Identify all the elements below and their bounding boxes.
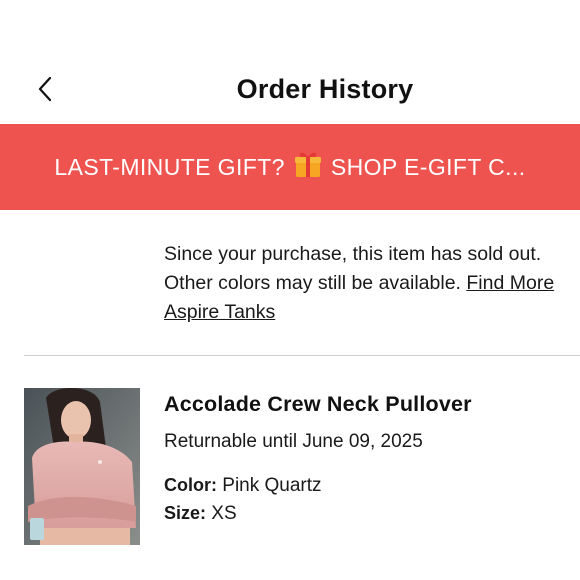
color-value: Pink Quartz <box>222 475 322 496</box>
product-name[interactable]: Accolade Crew Neck Pullover <box>164 392 580 417</box>
find-more-link[interactable]: Find More <box>466 272 554 294</box>
color-attribute: Color: Pink Quartz <box>164 475 580 497</box>
promo-text-end: SHOP E-GIFT C... <box>330 153 526 180</box>
promo-banner[interactable]: LAST-MINUTE GIFT? SHOP E-GIFT C... <box>0 124 580 210</box>
size-value: XS <box>211 503 237 524</box>
gift-icon <box>293 149 323 185</box>
sold-out-notice: Since your purchase, this item has sold … <box>164 240 580 327</box>
returnable-date: Returnable until June 09, 2025 <box>164 431 423 452</box>
notice-line-1: Since your purchase, this item has sold … <box>164 243 542 265</box>
notice-line-2: Other colors may still be available. <box>164 272 461 294</box>
aspire-tanks-link[interactable]: Aspire Tanks <box>164 301 275 323</box>
color-label: Color: <box>164 475 217 495</box>
product-image[interactable] <box>24 388 140 545</box>
page-title: Order History <box>236 74 414 104</box>
divider <box>24 355 580 356</box>
size-attribute: Size: XS <box>164 503 580 525</box>
size-label: Size: <box>164 503 207 523</box>
order-history-page: Order History LAST-MINUTE GIFT? SHOP E-G… <box>0 0 580 580</box>
header: Order History <box>0 58 580 122</box>
product-info: Accolade Crew Neck Pullover Returnable u… <box>164 388 580 525</box>
promo-text-start: LAST-MINUTE GIFT? <box>54 153 285 180</box>
